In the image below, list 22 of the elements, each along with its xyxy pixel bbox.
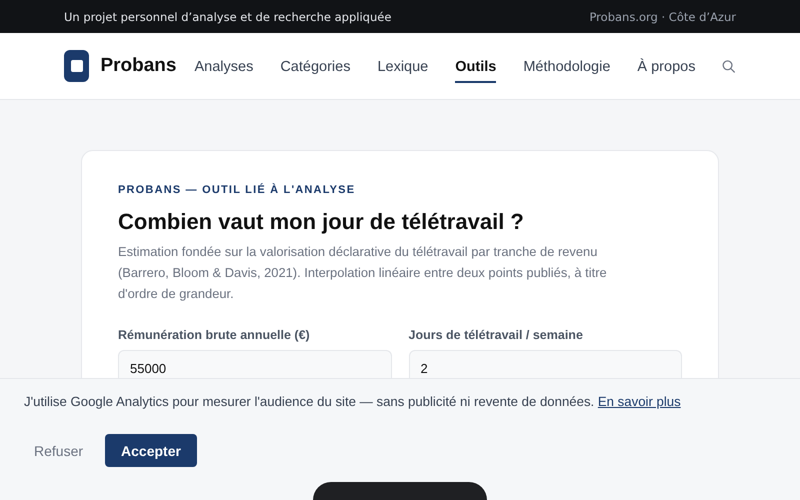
field-label: Rémunération brute annuelle (€) bbox=[118, 328, 311, 342]
site-info: Probans.org · Côte d’Azur bbox=[589, 10, 736, 24]
input-field[interactable]: 55000 bbox=[118, 350, 392, 378]
learn-more-link[interactable]: En savoir plus bbox=[598, 394, 681, 409]
tagline: Un projet personnel d’analyse et de recherche appliquée bbox=[64, 10, 392, 24]
nav-link[interactable]: Catégories bbox=[280, 50, 350, 82]
nav-link[interactable]: À propos bbox=[637, 50, 696, 82]
accept-button[interactable]: Accepter bbox=[105, 434, 197, 467]
eyebrow-label: PROBANS — OUTIL LIÉ À L'ANALYSE bbox=[118, 184, 356, 196]
refuse-button[interactable]: Refuser bbox=[24, 434, 94, 467]
brand-name[interactable]: Probans bbox=[100, 55, 176, 77]
nav-link[interactable]: Lexique bbox=[377, 50, 428, 82]
nav-link[interactable]: Méthodologie bbox=[523, 50, 610, 82]
cookie-text: J'utilise Google Analytics pour mesurer l'audience du site — sans publicité ni revente de données. En savoir plus bbox=[24, 393, 682, 411]
input-field[interactable]: 2 bbox=[408, 350, 682, 378]
nav-link[interactable]: Outils bbox=[455, 50, 496, 82]
search-icon[interactable] bbox=[722, 58, 736, 74]
card-title: Combien vaut mon jour de télétravail ? bbox=[118, 209, 525, 235]
intro-text: Estimation fondée sur la valorisation déclarative du télétravail par tranche de revenu (Barrero, Bloom & Davis, 2021). Interpolation linéaire entre deux points publiés, à titre d'ordre de grandeur. bbox=[118, 243, 608, 303]
field-label: Jours de télétravail / semaine bbox=[408, 328, 584, 342]
logo-icon[interactable] bbox=[64, 50, 90, 82]
nav-link[interactable]: Analyses bbox=[194, 50, 254, 82]
